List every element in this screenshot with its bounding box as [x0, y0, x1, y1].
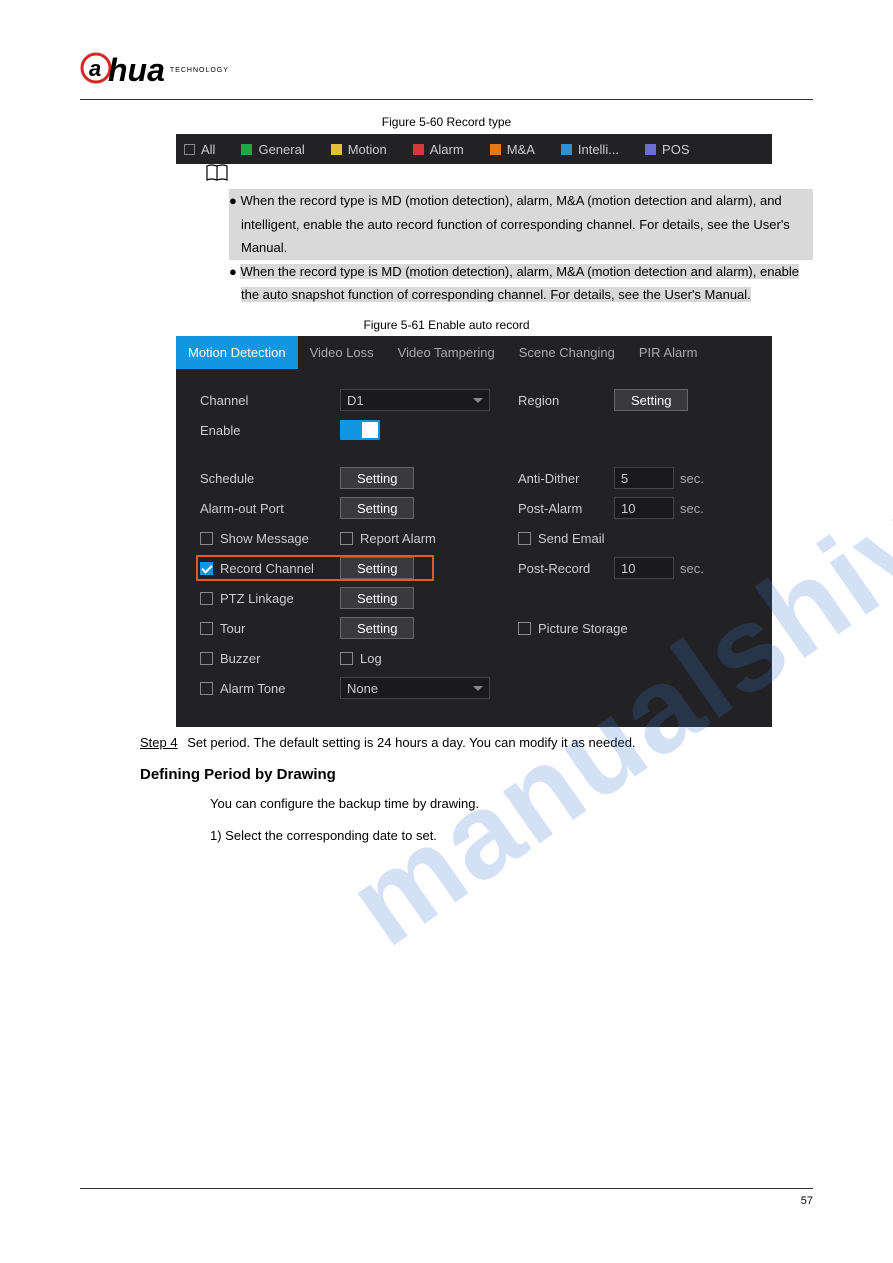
event-type-bar: All General Motion Alarm M&A Intelli... …: [176, 134, 772, 164]
show-message-label: Show Message: [220, 531, 309, 546]
report-alarm-checkbox[interactable]: [340, 532, 353, 545]
ptz-linkage-setting-button[interactable]: Setting: [340, 587, 414, 609]
alarm-out-setting-button[interactable]: Setting: [340, 497, 414, 519]
sec-label: sec.: [680, 471, 704, 486]
toggle-knob: [362, 422, 378, 438]
post-alarm-input[interactable]: [614, 497, 674, 519]
tab-video-loss[interactable]: Video Loss: [298, 336, 386, 369]
ptz-linkage-checkbox[interactable]: [200, 592, 213, 605]
svg-text:a: a: [89, 56, 101, 81]
anti-dither-input[interactable]: [614, 467, 674, 489]
report-alarm-label: Report Alarm: [360, 531, 436, 546]
blue-square-icon: [561, 144, 572, 155]
yellow-square-icon: [331, 144, 342, 155]
log-checkbox[interactable]: [340, 652, 353, 665]
event-all[interactable]: All: [184, 142, 215, 157]
post-record-label: Post-Record: [518, 561, 614, 576]
buzzer-label: Buzzer: [220, 651, 260, 666]
footer: 57: [80, 1188, 813, 1207]
picture-storage-label: Picture Storage: [538, 621, 628, 636]
anti-dither-label: Anti-Dither: [518, 471, 614, 486]
send-email-checkbox[interactable]: [518, 532, 531, 545]
page-number: 57: [801, 1195, 813, 1207]
header: a hua TECHNOLOGY: [80, 52, 813, 100]
tab-pir-alarm[interactable]: PIR Alarm: [627, 336, 710, 369]
tab-scene-changing[interactable]: Scene Changing: [507, 336, 627, 369]
post-alarm-label: Post-Alarm: [518, 501, 614, 516]
square-outline-icon: [184, 144, 195, 155]
tour-label: Tour: [220, 621, 245, 636]
event-pos[interactable]: POS: [645, 142, 689, 157]
sec-label: sec.: [680, 501, 704, 516]
log-label: Log: [360, 651, 382, 666]
logo-tagline: TECHNOLOGY: [170, 67, 229, 74]
step-4-text: Set period. The default setting is 24 ho…: [187, 735, 635, 750]
chevron-down-icon: [473, 398, 483, 403]
alarm-tone-select[interactable]: None: [340, 677, 490, 699]
channel-select[interactable]: D1: [340, 389, 490, 411]
tour-setting-button[interactable]: Setting: [340, 617, 414, 639]
alarm-tone-label: Alarm Tone: [220, 681, 286, 696]
figure2-label: Figure 5-61 Enable auto record: [80, 318, 813, 332]
enable-toggle[interactable]: [340, 420, 380, 440]
figure1-label: Figure 5-60 Record type: [80, 115, 813, 129]
event-ma[interactable]: M&A: [490, 142, 535, 157]
section-list-1: 1) Select the corresponding date to set.: [210, 825, 813, 847]
note-item-1: ● When the record type is MD (motion det…: [229, 189, 813, 259]
purple-square-icon: [645, 144, 656, 155]
tabs: Motion Detection Video Loss Video Tamper…: [176, 336, 772, 369]
book-icon: [205, 164, 229, 189]
send-email-label: Send Email: [538, 531, 604, 546]
green-square-icon: [241, 144, 252, 155]
schedule-label: Schedule: [200, 471, 340, 486]
chevron-down-icon: [473, 686, 483, 691]
section-intro: You can configure the backup time by dra…: [210, 793, 813, 815]
tab-video-tampering[interactable]: Video Tampering: [386, 336, 507, 369]
tour-checkbox[interactable]: [200, 622, 213, 635]
schedule-setting-button[interactable]: Setting: [340, 467, 414, 489]
red-square-icon: [413, 144, 424, 155]
event-general[interactable]: General: [241, 142, 304, 157]
buzzer-checkbox[interactable]: [200, 652, 213, 665]
section-title: Defining Period by Drawing: [140, 766, 813, 783]
logo-rest: hua: [108, 52, 165, 89]
picture-storage-checkbox[interactable]: [518, 622, 531, 635]
sec-label: sec.: [680, 561, 704, 576]
enable-label: Enable: [200, 423, 340, 438]
orange-square-icon: [490, 144, 501, 155]
event-motion[interactable]: Motion: [331, 142, 387, 157]
step-4: Step 4 Set period. The default setting i…: [140, 735, 813, 750]
motion-detection-panel: Motion Detection Video Loss Video Tamper…: [176, 336, 772, 727]
alarm-out-label: Alarm-out Port: [200, 501, 340, 516]
note-item-2: ● When the record type is MD (motion det…: [229, 260, 813, 307]
region-setting-button[interactable]: Setting: [614, 389, 688, 411]
ptz-linkage-label: PTZ Linkage: [220, 591, 294, 606]
show-message-checkbox[interactable]: [200, 532, 213, 545]
step-4-label: Step 4: [140, 735, 178, 750]
channel-label: Channel: [200, 393, 340, 408]
event-intelli[interactable]: Intelli...: [561, 142, 619, 157]
region-label: Region: [518, 393, 614, 408]
tab-motion-detection[interactable]: Motion Detection: [176, 336, 298, 369]
event-alarm[interactable]: Alarm: [413, 142, 464, 157]
post-record-input[interactable]: [614, 557, 674, 579]
brand-logo: a hua TECHNOLOGY: [80, 52, 813, 89]
note-block: ● When the record type is MD (motion det…: [205, 164, 813, 306]
highlight-box: [196, 555, 434, 581]
alarm-tone-checkbox[interactable]: [200, 682, 213, 695]
form-body: Channel D1 Region Setting Enable Schedul…: [176, 369, 772, 727]
